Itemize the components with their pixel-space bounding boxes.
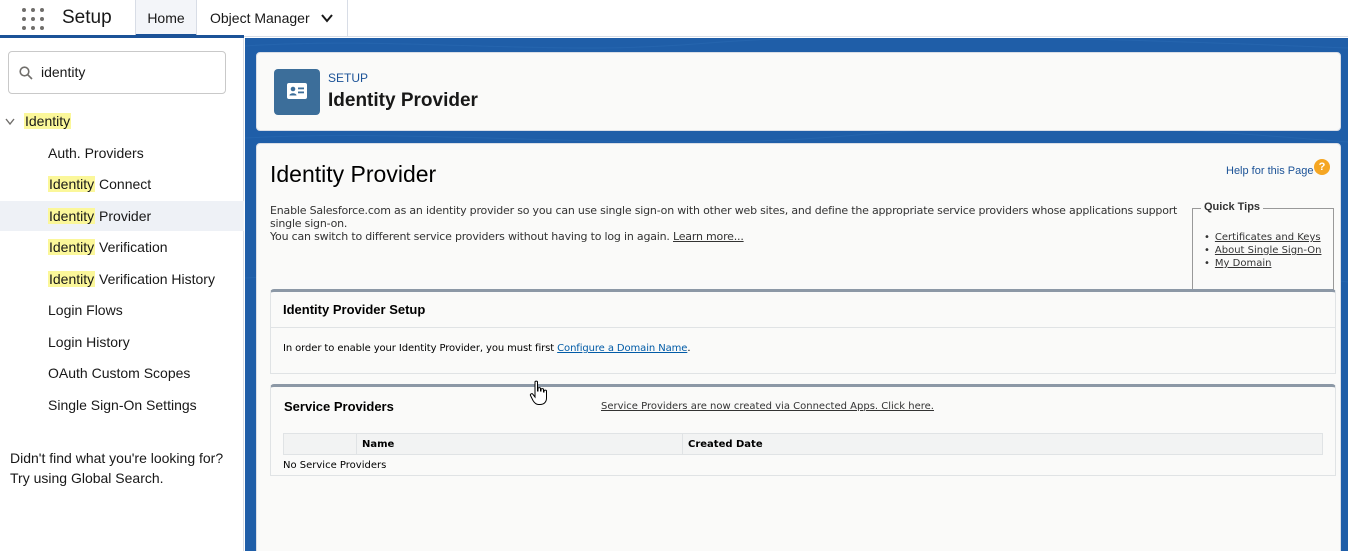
help-icon[interactable]: ? bbox=[1314, 159, 1330, 175]
setup-message: In order to enable your Identity Provide… bbox=[283, 343, 558, 354]
column-header-name[interactable]: Name bbox=[356, 434, 682, 454]
sidebar-item-label: Connect bbox=[95, 176, 152, 192]
search-match: Identity bbox=[48, 208, 96, 224]
sidebar-item-login-history[interactable]: Login History bbox=[0, 327, 244, 357]
sidebar-item-auth-providers[interactable]: Auth. Providers bbox=[0, 138, 244, 168]
sidebar-item-identity[interactable]: Identity bbox=[0, 110, 244, 134]
configure-domain-link[interactable]: Configure a Domain Name bbox=[557, 343, 687, 354]
connected-apps-link[interactable]: Service Providers are now created via Co… bbox=[601, 401, 934, 412]
page-header: SETUP Identity Provider bbox=[256, 52, 1341, 131]
page-header-title: Identity Provider bbox=[328, 90, 478, 111]
search-match: Identity bbox=[48, 176, 96, 192]
global-header: Setup Home Object Manager bbox=[0, 0, 1348, 37]
sidebar-item-label: OAuth Custom Scopes bbox=[48, 365, 191, 381]
setup-sidebar: Identity Auth. Providers Identity Connec… bbox=[0, 38, 244, 551]
column-header-created-date[interactable]: Created Date bbox=[682, 434, 1322, 454]
hand-cursor-icon bbox=[529, 380, 547, 405]
quick-find-box[interactable] bbox=[8, 51, 226, 94]
description-line2: You can switch to different service prov… bbox=[270, 230, 670, 243]
sidebar-item-identity-connect[interactable]: Identity Connect bbox=[0, 169, 244, 199]
column-header-action bbox=[284, 434, 356, 454]
sidebar-item-identity-verification-history[interactable]: Identity Verification History bbox=[0, 264, 244, 294]
sidebar-item-login-flows[interactable]: Login Flows bbox=[0, 295, 244, 325]
empty-table-message: No Service Providers bbox=[283, 460, 387, 471]
sidebar-item-label: Verification bbox=[95, 239, 168, 255]
quick-find-input[interactable] bbox=[41, 64, 221, 80]
service-providers-section: Service Providers Service Providers are … bbox=[270, 384, 1336, 476]
sidebar-item-label: Identity bbox=[24, 113, 72, 129]
search-icon bbox=[19, 66, 33, 80]
description-line1: Enable Salesforce.com as an identity pro… bbox=[270, 204, 1178, 230]
sidebar-item-label: Login History bbox=[48, 334, 130, 350]
identity-card-icon bbox=[274, 69, 320, 115]
chevron-down-icon[interactable] bbox=[5, 118, 15, 126]
service-providers-table-header: Name Created Date bbox=[283, 433, 1323, 455]
search-match: Identity bbox=[48, 271, 96, 287]
learn-more-link[interactable]: Learn more... bbox=[673, 230, 744, 243]
sidebar-item-label: Auth. Providers bbox=[48, 145, 144, 161]
sidebar-item-label: Verification History bbox=[95, 271, 215, 287]
section-divider bbox=[271, 327, 1335, 328]
search-match: Identity bbox=[48, 239, 96, 255]
chevron-down-icon[interactable] bbox=[321, 12, 333, 24]
app-launcher-icon[interactable] bbox=[22, 8, 46, 30]
page-title: Identity Provider bbox=[270, 161, 437, 187]
page-description: Enable Salesforce.com as an identity pro… bbox=[270, 204, 1185, 243]
tab-object-manager[interactable]: Object Manager bbox=[197, 0, 348, 37]
sidebar-item-label: Login Flows bbox=[48, 302, 123, 318]
tab-home[interactable]: Home bbox=[135, 0, 197, 37]
sidebar-item-label: Single Sign-On Settings bbox=[48, 397, 197, 413]
section-title: Identity Provider Setup bbox=[283, 302, 426, 317]
sidebar-item-oauth-custom-scopes[interactable]: OAuth Custom Scopes bbox=[0, 358, 244, 388]
setup-message-end: . bbox=[687, 343, 691, 354]
tab-object-manager-label: Object Manager bbox=[210, 10, 310, 26]
not-found-line1: Didn't find what you're looking for? bbox=[10, 450, 224, 466]
main-content: SETUP Identity Provider Identity Provide… bbox=[245, 38, 1348, 551]
quick-tip-certificates-link[interactable]: Certificates and Keys bbox=[1215, 232, 1321, 243]
quick-tip-item: About Single Sign-On bbox=[1204, 244, 1322, 257]
not-found-hint: Didn't find what you're looking for? Try… bbox=[10, 448, 223, 488]
sidebar-item-identity-verification[interactable]: Identity Verification bbox=[0, 232, 244, 262]
sidebar-item-single-sign-on-settings[interactable]: Single Sign-On Settings bbox=[0, 390, 244, 420]
content-panel: Identity Provider Help for this Page ? E… bbox=[256, 143, 1341, 551]
help-link[interactable]: Help for this Page bbox=[1226, 165, 1313, 177]
quick-tip-sso-link[interactable]: About Single Sign-On bbox=[1215, 245, 1322, 256]
app-title: Setup bbox=[62, 7, 112, 28]
quick-tips-title: Quick Tips bbox=[1201, 201, 1264, 213]
quick-tip-item: My Domain bbox=[1204, 257, 1321, 270]
section-body: In order to enable your Identity Provide… bbox=[283, 343, 691, 354]
quick-tip-my-domain-link[interactable]: My Domain bbox=[1215, 258, 1272, 269]
sidebar-item-label: Provider bbox=[95, 208, 152, 224]
quick-tips-box: Quick Tips Certificates and Keys About S… bbox=[1192, 201, 1334, 290]
identity-provider-setup-section: Identity Provider Setup In order to enab… bbox=[270, 289, 1336, 374]
section-title: Service Providers bbox=[284, 399, 394, 414]
not-found-line2: Try using Global Search. bbox=[10, 470, 164, 486]
breadcrumb: SETUP bbox=[328, 71, 369, 85]
quick-tip-item: Certificates and Keys bbox=[1204, 231, 1321, 244]
sidebar-item-identity-provider[interactable]: Identity Provider bbox=[0, 201, 244, 231]
